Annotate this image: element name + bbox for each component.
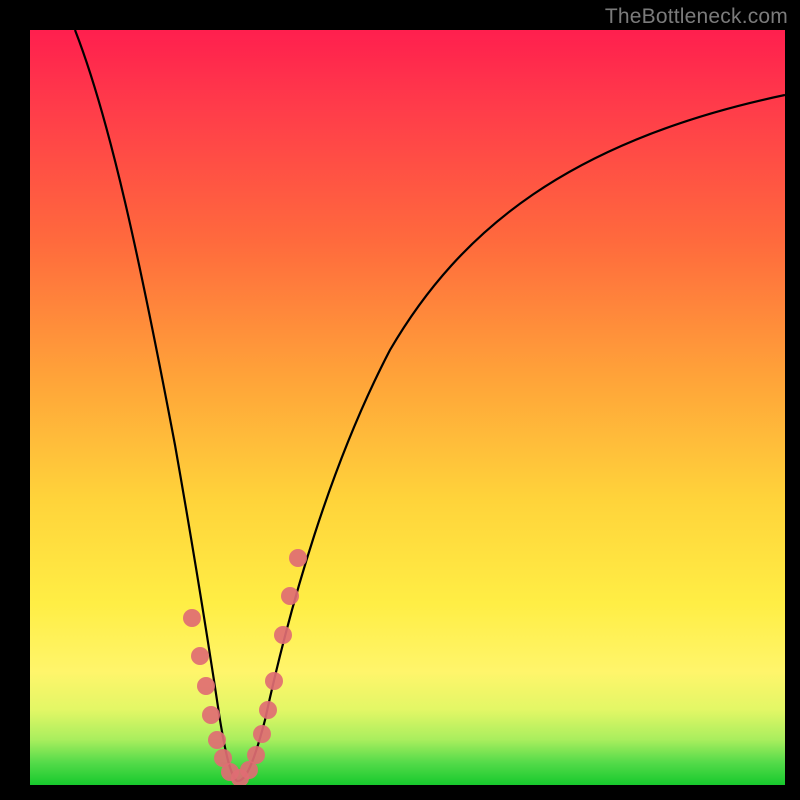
curve-layer xyxy=(30,30,785,785)
plot-area xyxy=(30,30,785,785)
bottleneck-curve xyxy=(75,30,785,781)
chart-stage: TheBottleneck.com xyxy=(0,0,800,800)
watermark-text: TheBottleneck.com xyxy=(605,5,788,29)
highlight-dots xyxy=(183,549,307,785)
